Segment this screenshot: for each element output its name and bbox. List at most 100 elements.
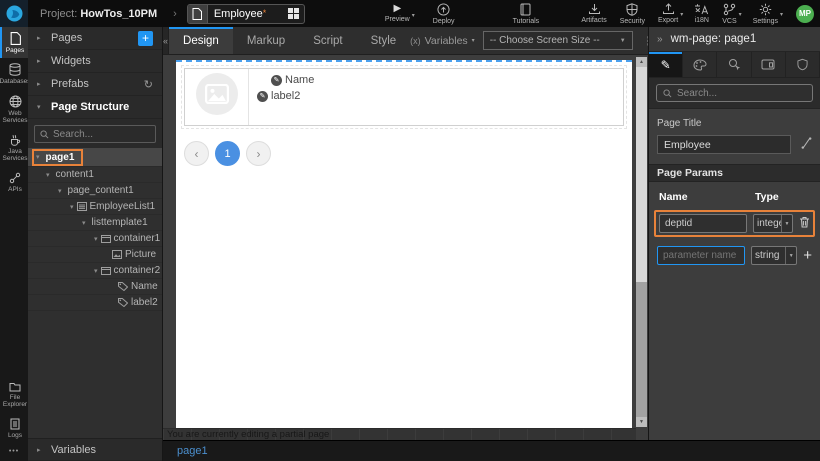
- chevron-right-icon: ▸: [37, 34, 44, 42]
- status-page-link[interactable]: page1: [177, 445, 208, 457]
- rail-item-web-services[interactable]: Web Services: [0, 90, 28, 129]
- tree-item-page1[interactable]: ▾ page1: [28, 148, 162, 167]
- deploy-button[interactable]: Deploy: [431, 3, 457, 25]
- pencil-icon: ✎: [661, 58, 671, 72]
- tab-markup[interactable]: Markup: [233, 27, 299, 54]
- tab-events[interactable]: [717, 52, 751, 77]
- pagination-prev-button[interactable]: ‹: [184, 141, 209, 166]
- rail-item-databases[interactable]: Databases: [0, 58, 28, 89]
- tab-device[interactable]: [752, 52, 786, 77]
- chevron-down-icon[interactable]: ▾: [94, 235, 98, 243]
- deploy-icon: [437, 3, 450, 16]
- picture-cell[interactable]: [185, 69, 249, 125]
- pagination-page-button[interactable]: 1: [215, 141, 240, 166]
- param-name-input[interactable]: [659, 214, 747, 233]
- chevron-down-icon[interactable]: ▾: [46, 171, 50, 179]
- pagination-next-button[interactable]: ›: [246, 141, 271, 166]
- section-variables[interactable]: ▸ Variables: [28, 438, 162, 461]
- scroll-up-icon[interactable]: ▲: [636, 57, 647, 67]
- security-button[interactable]: Security: [618, 3, 647, 25]
- rail-item-pages[interactable]: Pages: [0, 27, 28, 58]
- page-title-input[interactable]: [657, 135, 791, 154]
- chevron-down-icon[interactable]: ▾: [70, 203, 74, 211]
- canvas-ruler: You are currently editing a partial page: [163, 428, 636, 440]
- preview-chevron-icon[interactable]: ▾: [412, 12, 415, 19]
- tree-item-container1[interactable]: ▾ container1: [28, 231, 162, 247]
- variables-dropdown[interactable]: (x) Variables ▾: [410, 35, 475, 47]
- structure-search-input[interactable]: [53, 129, 150, 140]
- page-selector-dropdown[interactable]: Employee*: [187, 4, 305, 24]
- properties-search-input[interactable]: [677, 88, 806, 99]
- unsaved-asterisk: *: [263, 8, 267, 18]
- properties-search[interactable]: [656, 84, 813, 102]
- section-prefabs[interactable]: ▸ Prefabs ↻: [28, 73, 162, 96]
- i18n-button[interactable]: i18N: [692, 3, 711, 24]
- tab-properties[interactable]: ✎: [649, 52, 683, 77]
- preview-button[interactable]: ▶ Preview: [383, 4, 412, 23]
- tab-design[interactable]: Design: [169, 27, 233, 54]
- name-label-widget[interactable]: ✎ Name: [271, 74, 615, 86]
- tab-styles[interactable]: [683, 52, 717, 77]
- palette-icon: [693, 59, 707, 71]
- wavemaker-studio: Project: HowTos_10PM › Employee* ▶ Previ…: [0, 0, 820, 461]
- tree-item-employeelist1[interactable]: ▾ EmployeeList1: [28, 199, 162, 215]
- magnifier-cursor-icon: [728, 58, 741, 71]
- rail-item-logs[interactable]: Logs: [0, 413, 28, 443]
- tree-item-listtemplate1[interactable]: ▾ listtemplate1: [28, 215, 162, 231]
- vcs-chevron-icon[interactable]: ▾: [739, 11, 742, 18]
- canvas-scrollbar[interactable]: ▲ ▼: [636, 57, 647, 427]
- tab-script[interactable]: Script: [299, 27, 356, 54]
- tree-item-picture[interactable]: Picture: [28, 247, 162, 263]
- rail-item-java-services[interactable]: Java Services: [0, 129, 28, 167]
- refresh-icon[interactable]: ↻: [144, 78, 153, 91]
- chevron-down-icon[interactable]: ▾: [36, 153, 40, 161]
- scroll-down-icon[interactable]: ▼: [636, 417, 647, 427]
- picture-placeholder[interactable]: [196, 73, 238, 115]
- rail-item-apis[interactable]: APIs: [0, 167, 28, 197]
- screen-size-select[interactable]: -- Choose Screen Size -- ▼: [483, 31, 633, 50]
- new-param-type-select[interactable]: string ▼: [751, 246, 797, 265]
- tree-item-container2[interactable]: ▾ container2: [28, 263, 162, 279]
- search-icon: [663, 89, 672, 98]
- chevron-down-icon[interactable]: ▾: [58, 187, 62, 195]
- add-page-button[interactable]: +: [138, 31, 153, 46]
- vcs-button[interactable]: VCS: [720, 3, 738, 25]
- tree-item-label2[interactable]: label2: [28, 295, 162, 311]
- export-chevron-icon[interactable]: ▾: [680, 11, 683, 18]
- param-row-deptid: intege ▼: [654, 210, 815, 237]
- collapse-right-panel-button[interactable]: »: [657, 34, 663, 45]
- section-pages[interactable]: ▸ Pages +: [28, 27, 162, 50]
- tab-style[interactable]: Style: [357, 27, 411, 54]
- user-avatar[interactable]: MP: [796, 5, 814, 23]
- scrollbar-thumb[interactable]: [636, 67, 647, 282]
- list-item-content: ✎ Name ✎ label2: [249, 69, 623, 125]
- export-button[interactable]: Export: [656, 3, 680, 24]
- tree-item-content1[interactable]: ▾ content1: [28, 167, 162, 183]
- artifacts-button[interactable]: Artifacts: [579, 3, 608, 24]
- param-type-select[interactable]: intege ▼: [753, 214, 793, 233]
- label2-widget[interactable]: ✎ label2: [257, 90, 615, 102]
- rail-overflow-menu[interactable]: •••: [0, 443, 28, 461]
- image-icon: [112, 250, 122, 259]
- tree-item-page-content1[interactable]: ▾ page_content1: [28, 183, 162, 199]
- structure-search[interactable]: [34, 125, 156, 143]
- settings-button[interactable]: Settings: [751, 3, 780, 25]
- chevron-down-icon[interactable]: ▾: [94, 267, 98, 275]
- delete-param-button[interactable]: [799, 215, 810, 233]
- list-widget[interactable]: ✎ Name ✎ label2: [184, 68, 624, 126]
- canvas-page[interactable]: ✎ Name ✎ label2 ‹ 1: [176, 60, 632, 428]
- tree-item-name[interactable]: Name: [28, 279, 162, 295]
- breadcrumb-chevron-icon: ›: [173, 8, 177, 20]
- add-param-button[interactable]: +: [803, 248, 812, 263]
- section-widgets[interactable]: ▸ Widgets: [28, 50, 162, 73]
- settings-chevron-icon[interactable]: ▾: [780, 11, 783, 18]
- chevron-down-icon[interactable]: ▾: [82, 219, 86, 227]
- tab-security[interactable]: [786, 52, 820, 77]
- new-param-name-input[interactable]: [657, 246, 745, 265]
- wavemaker-logo[interactable]: [0, 0, 28, 27]
- section-page-structure[interactable]: ▾ Page Structure: [28, 96, 162, 119]
- tutorials-button[interactable]: Tutorials: [511, 3, 542, 25]
- rail-item-file-explorer[interactable]: File Explorer: [0, 377, 28, 413]
- bind-icon[interactable]: [800, 136, 812, 154]
- grid-icon[interactable]: [288, 8, 299, 19]
